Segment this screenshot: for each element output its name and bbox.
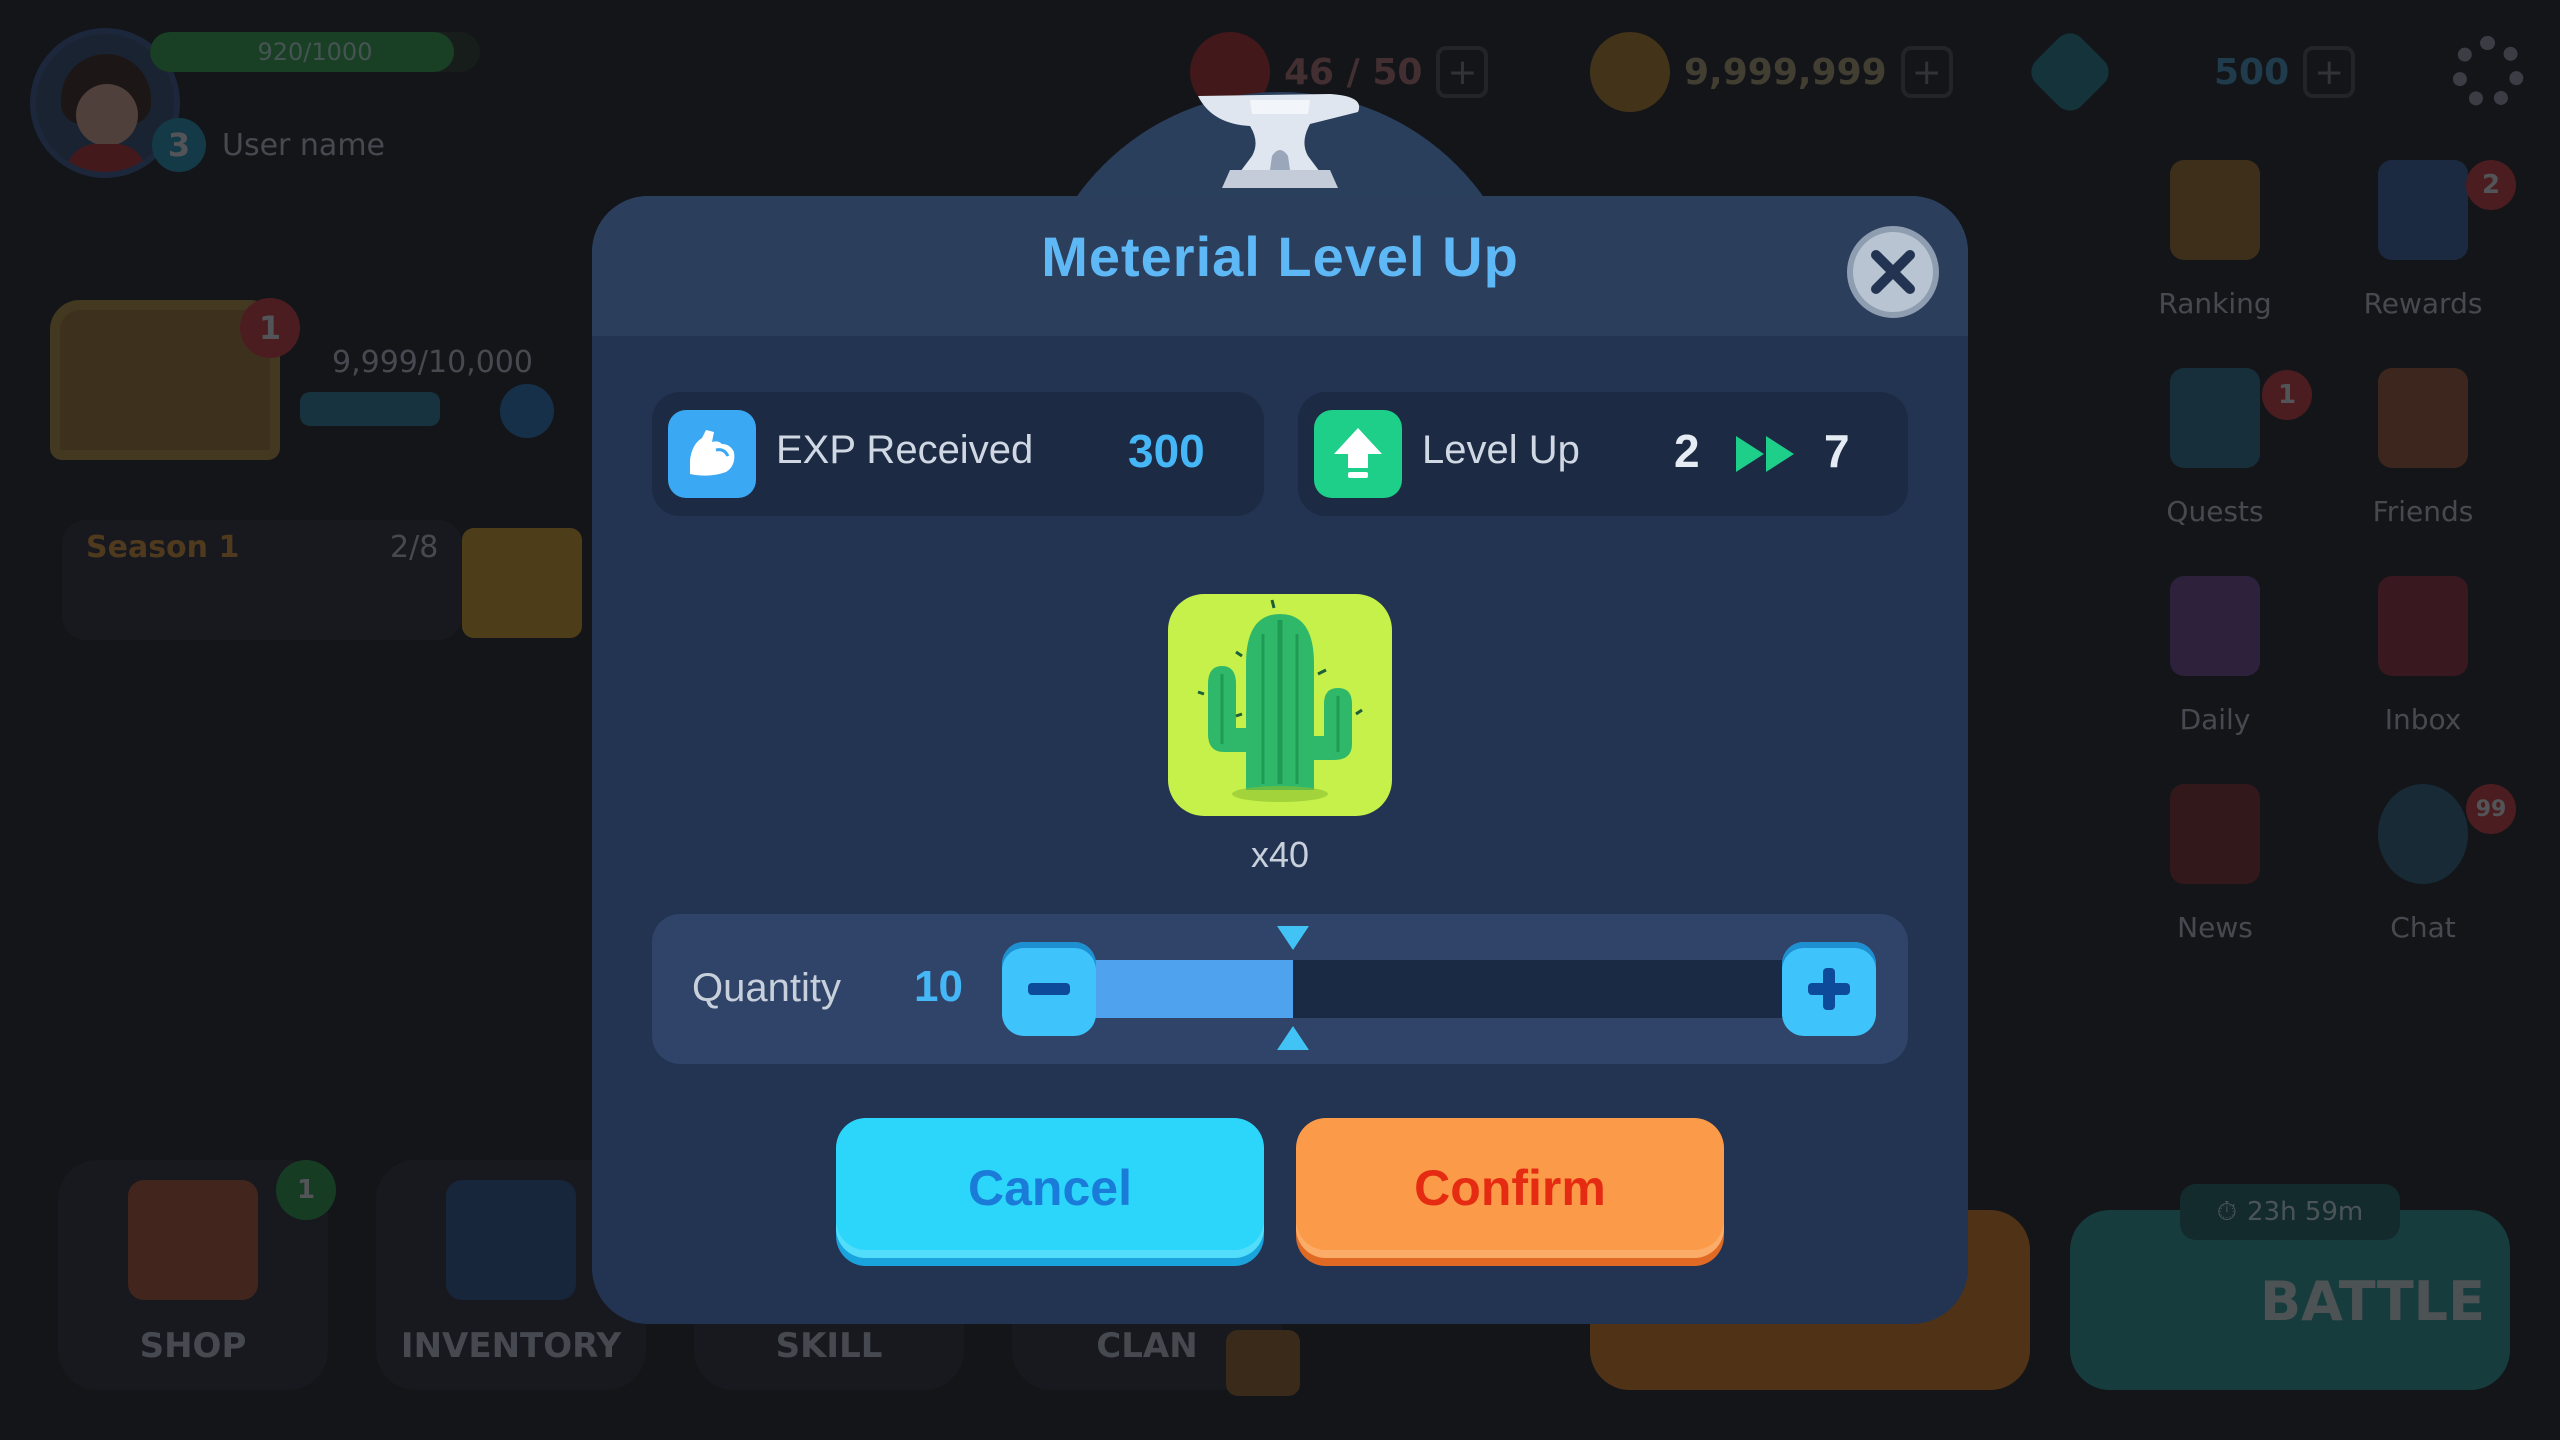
level-from-value: 2 <box>1674 425 1700 477</box>
megaphone-icon <box>2170 784 2260 884</box>
season-ticket-icon[interactable] <box>462 528 582 638</box>
material-item-count: x40 <box>1250 834 1310 875</box>
chest-badge: 1 <box>240 298 300 358</box>
coin-icon <box>1590 32 1670 112</box>
increase-quantity-button[interactable] <box>1782 942 1876 1036</box>
up-arrow-icon <box>1314 410 1402 498</box>
settings-gear-icon[interactable] <box>2452 36 2524 108</box>
cactus-icon <box>1197 599 1363 802</box>
level-to-value: 7 <box>1824 425 1850 477</box>
season-title: Season 1 <box>86 530 240 565</box>
ranking-icon <box>2170 160 2260 260</box>
battle-timer: ⏱ 23h 59m <box>2180 1184 2400 1240</box>
quantity-slider-track[interactable] <box>1030 960 1850 1018</box>
clipboard-icon <box>2170 368 2260 468</box>
rewards-badge: 2 <box>2466 160 2516 210</box>
decrease-quantity-button[interactable] <box>1002 942 1096 1036</box>
battle-label: BATTLE <box>2260 1270 2485 1333</box>
anvil-icon <box>1198 94 1360 188</box>
side-button-inbox[interactable]: Inbox <box>2338 566 2508 756</box>
material-levelup-dialog: Meterial Level Up EXP Received 300 Level… <box>592 196 1968 1324</box>
minus-icon <box>1028 983 1070 995</box>
stopwatch-icon: ⏱ <box>2216 1196 2238 1227</box>
avatar-shirt <box>66 144 146 172</box>
shop-icon <box>128 1180 258 1300</box>
gems-plus-button[interactable]: + <box>2303 46 2356 98</box>
side-button-label: Friends <box>2372 495 2474 528</box>
level-up-card: Level Up 2 7 <box>1298 392 1908 516</box>
level-up-label: Level Up <box>1422 428 1580 472</box>
side-button-label: News <box>2177 911 2253 944</box>
side-button-label: Daily <box>2179 703 2251 736</box>
fast-forward-icon <box>1736 436 1794 472</box>
gem-icon <box>2024 26 2116 118</box>
quantity-value: 10 <box>914 962 963 1011</box>
battle-timer-text: 23h 59m <box>2247 1197 2364 1227</box>
avatar-face <box>76 84 138 146</box>
side-button-daily[interactable]: Daily <box>2130 566 2300 756</box>
gems-resource: 500 + <box>2024 26 2356 118</box>
close-button[interactable] <box>1847 226 1939 318</box>
hearts-plus-button[interactable]: + <box>1436 46 1489 98</box>
side-button-label: Rewards <box>2363 287 2483 320</box>
backpack-icon <box>446 1180 576 1300</box>
confirm-button[interactable]: Confirm <box>1296 1118 1724 1258</box>
chest-progress-bar <box>300 392 440 426</box>
side-button-label: Chat <box>2390 911 2456 944</box>
nav-label: SKILL <box>775 1326 883 1366</box>
dialog-header: Meterial Level Up <box>592 196 1968 336</box>
season-progress: 2/8 <box>390 530 439 565</box>
close-icon <box>1871 250 1915 294</box>
side-button-label: Inbox <box>2384 703 2462 736</box>
coins-value: 9,999,999 <box>1684 51 1887 93</box>
plus-icon <box>1808 968 1850 1010</box>
calendar-icon <box>2170 576 2260 676</box>
side-button-label: Ranking <box>2158 287 2272 320</box>
star-coin-icon <box>500 384 554 438</box>
chat-badge: 99 <box>2466 784 2516 834</box>
exp-received-label: EXP Received <box>776 428 1034 472</box>
friends-icon <box>2378 368 2468 468</box>
quests-badge: 1 <box>2262 370 2312 420</box>
side-button-news[interactable]: News <box>2130 774 2300 964</box>
gift-icon <box>2378 160 2468 260</box>
lock-icon <box>1226 1330 1300 1396</box>
material-item-tile <box>1168 594 1392 816</box>
nav-label: SHOP <box>139 1326 247 1366</box>
coins-plus-button[interactable]: + <box>1900 46 1953 98</box>
dialog-title: Meterial Level Up <box>1041 225 1519 288</box>
side-button-ranking[interactable]: Ranking <box>2130 150 2300 340</box>
shop-badge: 1 <box>276 1160 336 1220</box>
slider-handle-top-marker[interactable] <box>1277 926 1309 950</box>
xp-text: 920/1000 <box>257 38 373 66</box>
slider-handle-bottom-marker[interactable] <box>1277 1026 1309 1050</box>
gems-value: 500 <box>2214 51 2290 93</box>
nav-label: INVENTORY <box>400 1326 622 1366</box>
player-level-badge: 3 <box>152 118 206 172</box>
exp-received-card: EXP Received 300 <box>652 392 1264 516</box>
chat-bubble-icon <box>2378 784 2468 884</box>
flexed-arm-icon <box>668 410 756 498</box>
quantity-panel: Quantity 10 <box>652 914 1908 1064</box>
user-name: User name <box>222 128 385 163</box>
coins-resource: 9,999,999 + <box>1590 32 1953 112</box>
exp-received-value: 300 <box>1128 425 1205 477</box>
xp-bar: 920/1000 <box>150 32 480 72</box>
chest-progress-text: 9,999/10,000 <box>332 345 533 380</box>
mailbox-icon <box>2378 576 2468 676</box>
side-button-friends[interactable]: Friends <box>2338 358 2508 548</box>
cancel-button[interactable]: Cancel <box>836 1118 1264 1258</box>
side-button-label: Quests <box>2166 495 2264 528</box>
quantity-label: Quantity <box>692 966 841 1010</box>
